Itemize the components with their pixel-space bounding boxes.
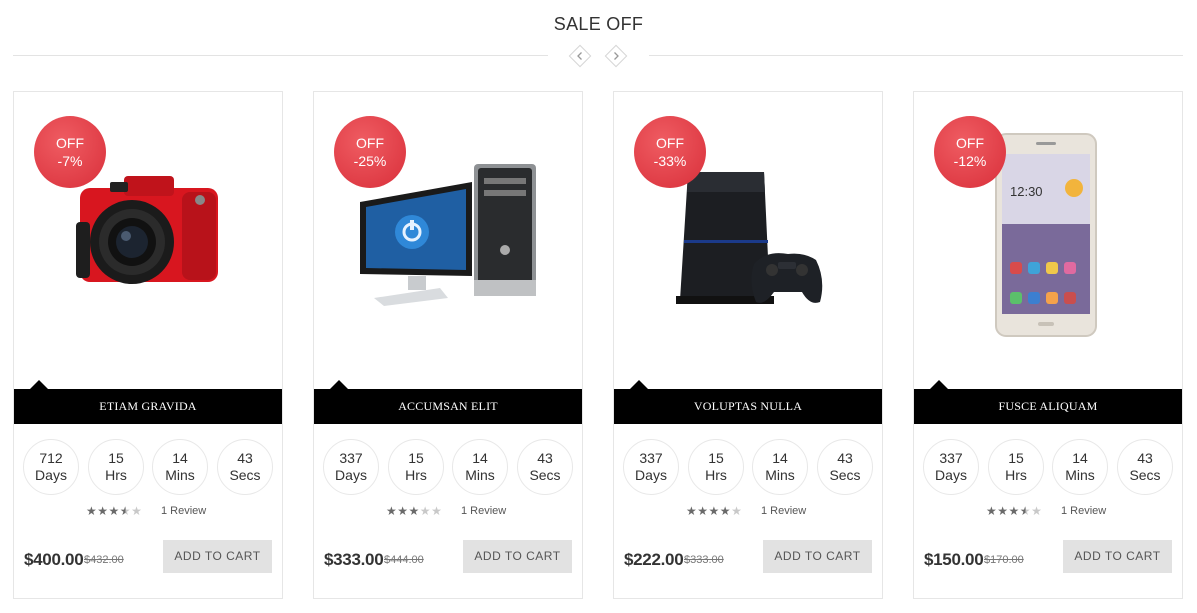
star-icon: ★	[731, 504, 743, 518]
star-icon: ★	[1019, 504, 1032, 518]
badge-label: OFF	[56, 135, 84, 151]
product-card: 12:30 OFF -12% FUSCE ALIQUAM 337 Days 15…	[913, 91, 1183, 599]
add-to-cart-button[interactable]: ADD TO CART	[163, 540, 272, 573]
star-icon: ★	[431, 504, 443, 518]
review-count-link[interactable]: 1 Review	[461, 505, 506, 517]
countdown-timer: 337 Days 15 Hrs 14 Mins 43 Secs	[323, 439, 575, 495]
product-name-bar: ACCUMSAN ELIT	[314, 380, 582, 424]
badge-value: -25%	[353, 153, 387, 169]
countdown-minutes: 14 Mins	[1052, 439, 1108, 495]
countdown-seconds: 43 Secs	[517, 439, 573, 495]
discount-badge: OFF -25%	[334, 116, 406, 188]
old-price: $444.00	[384, 554, 424, 566]
current-price: $150.00	[924, 550, 984, 569]
countdown-days: 337 Days	[623, 439, 679, 495]
product-name-link[interactable]: ACCUMSAN ELIT	[314, 389, 582, 424]
old-price: $170.00	[984, 554, 1024, 566]
badge-label: OFF	[956, 135, 984, 151]
star-icon: ★	[1008, 504, 1020, 518]
star-icon: ★	[986, 504, 998, 518]
star-icon: ★	[108, 504, 120, 518]
star-icon: ★	[97, 504, 109, 518]
countdown-timer: 712 Days 15 Hrs 14 Mins 43 Secs	[23, 439, 275, 495]
star-icon: ★	[408, 504, 420, 518]
discount-badge: OFF -7%	[34, 116, 106, 188]
old-price: $333.00	[684, 554, 724, 566]
review-count-link[interactable]: 1 Review	[1061, 505, 1106, 517]
countdown-seconds: 43 Secs	[1117, 439, 1173, 495]
star-icon: ★	[997, 504, 1009, 518]
badge-value: -33%	[653, 153, 687, 169]
countdown-hours: 15 Hrs	[688, 439, 744, 495]
add-to-cart-button[interactable]: ADD TO CART	[463, 540, 572, 573]
section-title: SALE OFF	[553, 14, 644, 34]
countdown-timer: 337 Days 15 Hrs 14 Mins 43 Secs	[923, 439, 1175, 495]
star-icon: ★	[1031, 504, 1043, 518]
star-icon: ★	[419, 504, 432, 518]
current-price: $222.00	[624, 550, 684, 569]
review-count-link[interactable]: 1 Review	[761, 505, 806, 517]
current-price: $400.00	[24, 550, 84, 569]
star-icon: ★	[131, 504, 143, 518]
star-icon: ★	[397, 504, 409, 518]
product-carousel: OFF -7% ETIAM GRAVIDA 712 Days 15 Hrs 14 Mi…	[13, 91, 1184, 600]
product-card: OFF -25% ACCUMSAN ELIT 337 Days 15 Hrs 14 M…	[313, 91, 583, 599]
product-name-bar: FUSCE ALIQUAM	[914, 380, 1182, 424]
product-name-link[interactable]: VOLUPTAS NULLA	[614, 389, 882, 424]
star-icon: ★	[719, 504, 732, 518]
product-name-bar: ETIAM GRAVIDA	[14, 380, 282, 424]
review-count-link[interactable]: 1 Review	[161, 505, 206, 517]
star-rating: ★★★★★	[86, 504, 152, 518]
countdown-hours: 15 Hrs	[988, 439, 1044, 495]
discount-badge: OFF -12%	[934, 116, 1006, 188]
carousel-next-button[interactable]	[604, 44, 628, 68]
countdown-timer: 337 Days 15 Hrs 14 Mins 43 Secs	[623, 439, 875, 495]
badge-value: -12%	[953, 153, 987, 169]
product-name-bar: VOLUPTAS NULLA	[614, 380, 882, 424]
star-icon: ★	[686, 504, 698, 518]
countdown-minutes: 14 Mins	[152, 439, 208, 495]
countdown-seconds: 43 Secs	[217, 439, 273, 495]
star-icon: ★	[386, 504, 398, 518]
add-to-cart-button[interactable]: ADD TO CART	[1063, 540, 1172, 573]
discount-badge: OFF -33%	[634, 116, 706, 188]
star-icon: ★	[86, 504, 98, 518]
countdown-seconds: 43 Secs	[817, 439, 873, 495]
star-rating: ★★★★★	[386, 504, 452, 518]
star-rating: ★★★★★	[686, 504, 752, 518]
chevron-left-icon	[577, 52, 582, 60]
badge-value: -7%	[57, 153, 83, 169]
countdown-minutes: 14 Mins	[452, 439, 508, 495]
star-icon: ★	[119, 504, 132, 518]
countdown-minutes: 14 Mins	[752, 439, 808, 495]
star-icon: ★	[697, 504, 709, 518]
chevron-right-icon	[614, 52, 619, 60]
product-card: OFF -7% ETIAM GRAVIDA 712 Days 15 Hrs 14 Mi…	[13, 91, 283, 599]
countdown-hours: 15 Hrs	[88, 439, 144, 495]
countdown-hours: 15 Hrs	[388, 439, 444, 495]
badge-label: OFF	[656, 135, 684, 151]
badge-label: OFF	[356, 135, 384, 151]
old-price: $432.00	[84, 554, 124, 566]
product-name-link[interactable]: ETIAM GRAVIDA	[14, 389, 282, 424]
add-to-cart-button[interactable]: ADD TO CART	[763, 540, 872, 573]
carousel-prev-button[interactable]	[568, 44, 592, 68]
product-card: OFF -33% VOLUPTAS NULLA 337 Days 15 Hrs 14…	[613, 91, 883, 599]
countdown-days: 337 Days	[923, 439, 979, 495]
svg-text:12:30: 12:30	[1010, 184, 1043, 199]
product-name-link[interactable]: FUSCE ALIQUAM	[914, 389, 1182, 424]
countdown-days: 337 Days	[323, 439, 379, 495]
divider-left	[13, 55, 548, 56]
star-icon: ★	[708, 504, 720, 518]
section-header: SALE OFF	[0, 0, 1197, 80]
countdown-days: 712 Days	[23, 439, 79, 495]
divider-right	[649, 55, 1183, 56]
star-rating: ★★★★★	[986, 504, 1052, 518]
current-price: $333.00	[324, 550, 384, 569]
